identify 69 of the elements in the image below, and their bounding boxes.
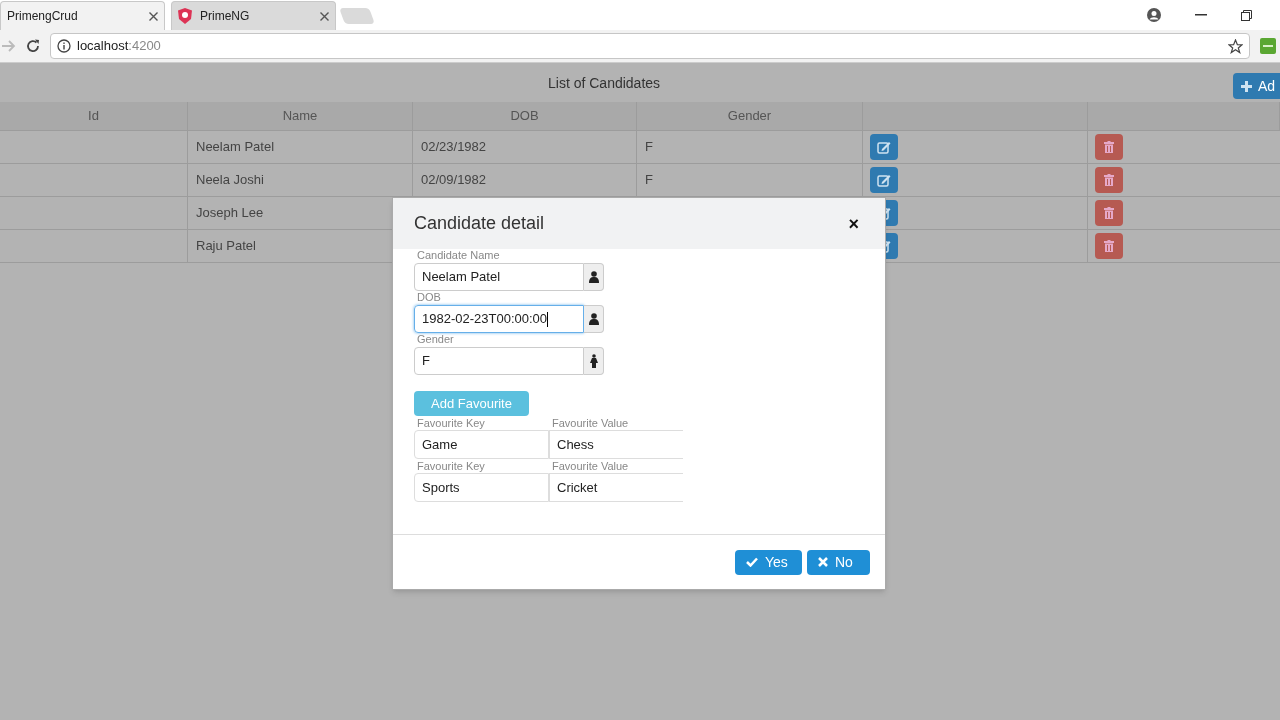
field-label: Favourite Key (416, 416, 486, 430)
text-field[interactable]: Sports (414, 473, 549, 502)
field-value: F (422, 352, 430, 371)
field-label: Favourite Value (551, 416, 630, 430)
delete-button[interactable] (1095, 134, 1123, 160)
trash-icon (1104, 207, 1114, 219)
tab-title: PrimeNG (200, 8, 251, 25)
table-cell-text: 02/23/1982 (421, 138, 487, 157)
delete-button[interactable] (1095, 233, 1123, 259)
yes-button[interactable]: Yes (735, 549, 802, 575)
no-button[interactable]: No (807, 549, 870, 575)
table-cell-text: Neela Joshi (196, 171, 264, 190)
column-header: Name (282, 107, 318, 126)
user-icon (588, 271, 599, 283)
info-icon (57, 39, 71, 53)
table-cell-text: F (645, 171, 653, 190)
reload-icon[interactable] (26, 39, 40, 53)
text-field[interactable]: F (414, 347, 584, 375)
text-field[interactable]: Chess (549, 430, 683, 459)
shield-icon (178, 8, 192, 24)
field-label: Gender (416, 332, 455, 347)
field-value: Neelam Patel (422, 268, 501, 287)
column-header: Gender (727, 107, 772, 126)
edit-button[interactable] (870, 134, 898, 160)
delete-button[interactable] (1095, 167, 1123, 193)
trash-icon (1104, 240, 1114, 252)
user-icon (588, 313, 599, 325)
restore-icon[interactable] (1241, 9, 1252, 21)
field-label: Favourite Value (551, 459, 630, 473)
table-cell-text: Neelam Patel (196, 138, 275, 157)
text-field[interactable]: Cricket (549, 473, 683, 502)
edit-icon (877, 173, 891, 187)
delete-button[interactable] (1095, 200, 1123, 226)
table-cell-text: Joseph Lee (196, 204, 264, 223)
close-icon[interactable] (149, 11, 158, 21)
close-button[interactable]: × (848, 214, 859, 233)
minimize-icon[interactable] (1195, 14, 1207, 16)
field-label: Candidate Name (416, 248, 501, 263)
add-button[interactable]: Ad (1233, 73, 1280, 99)
plus-icon (1241, 80, 1252, 92)
text-field[interactable]: 1982-02-23T00:00:00 (414, 305, 584, 333)
address-bar[interactable]: localhost:4200 (50, 33, 1250, 59)
edit-button[interactable] (870, 167, 898, 193)
text-field[interactable]: Neelam Patel (414, 263, 584, 291)
account-icon[interactable] (1147, 8, 1161, 22)
table-cell-text: Raju Patel (196, 237, 256, 256)
browser-tab[interactable]: PrimeNG (171, 1, 336, 30)
dialog-title: Candidate detail (414, 212, 545, 235)
trash-icon (1104, 141, 1114, 153)
text-field[interactable]: Game (414, 430, 549, 459)
field-label: DOB (416, 290, 442, 305)
page-title: List of Candidates (548, 74, 661, 93)
cross-icon (818, 557, 828, 567)
female-icon (588, 354, 599, 368)
field-label: Favourite Key (416, 459, 486, 473)
edit-icon (877, 140, 891, 154)
table-cell-text: F (645, 138, 653, 157)
tab-title: PrimengCrud (7, 8, 79, 25)
check-icon (746, 557, 758, 567)
extension-icon[interactable] (1260, 38, 1276, 54)
table-cell-text: 02/09/1982 (421, 171, 487, 190)
star-icon[interactable] (1228, 38, 1243, 54)
field-value: 1982-02-23T00:00:00 (422, 310, 548, 329)
browser-tab[interactable]: PrimengCrud (0, 1, 165, 30)
close-icon[interactable] (320, 11, 329, 21)
column-header: DOB (510, 107, 539, 126)
column-header: Id (88, 107, 99, 126)
trash-icon (1104, 174, 1114, 186)
url-text: localhost:4200 (77, 37, 162, 56)
